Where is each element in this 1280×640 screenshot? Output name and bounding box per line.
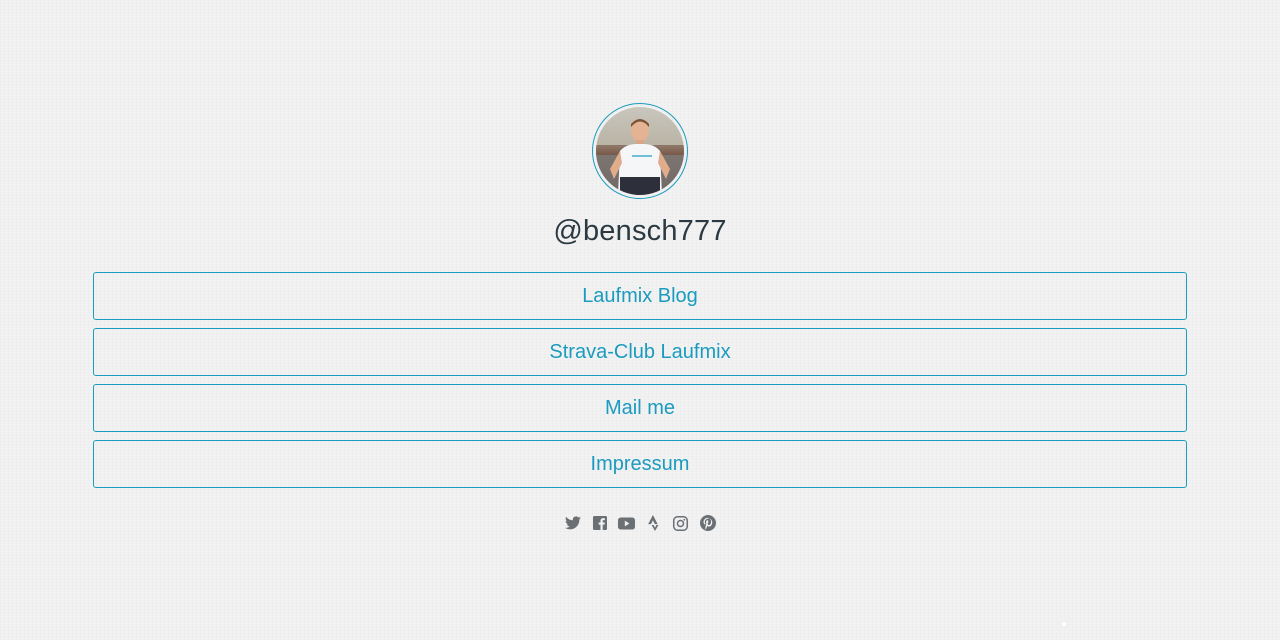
avatar-image bbox=[596, 107, 684, 195]
link-button-strava-club[interactable]: Strava-Club Laufmix bbox=[93, 328, 1187, 376]
twitter-icon[interactable] bbox=[564, 515, 581, 532]
avatar-ring bbox=[592, 103, 688, 199]
strava-icon[interactable] bbox=[645, 515, 662, 532]
social-icons bbox=[0, 513, 1280, 533]
linktree-page: @bensch777 Laufmix Blog Strava-Club Lauf… bbox=[0, 0, 1280, 640]
decorative-dot bbox=[1062, 622, 1066, 626]
link-button-mail-me[interactable]: Mail me bbox=[93, 384, 1187, 432]
link-list: Laufmix Blog Strava-Club Laufmix Mail me… bbox=[93, 272, 1187, 496]
instagram-icon[interactable] bbox=[672, 515, 689, 532]
link-button-impressum[interactable]: Impressum bbox=[93, 440, 1187, 488]
avatar[interactable] bbox=[596, 107, 684, 195]
link-button-laufmix-blog[interactable]: Laufmix Blog bbox=[93, 272, 1187, 320]
facebook-icon[interactable] bbox=[591, 515, 608, 532]
pinterest-icon[interactable] bbox=[699, 515, 716, 532]
username: @bensch777 bbox=[553, 215, 727, 247]
youtube-icon[interactable] bbox=[618, 515, 635, 532]
